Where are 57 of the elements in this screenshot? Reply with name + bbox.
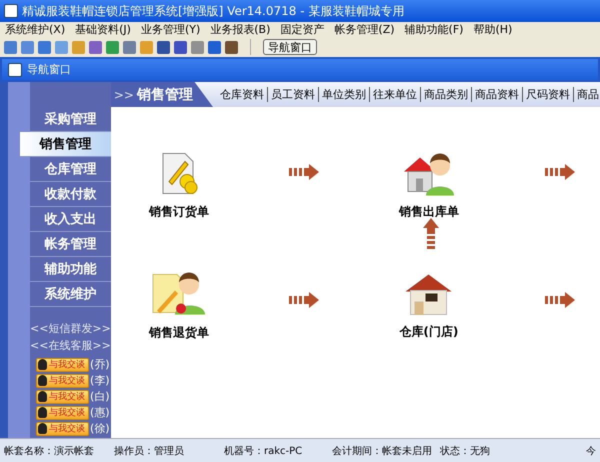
menu-item[interactable]: 固定资产 bbox=[279, 22, 326, 37]
toolbar-icon[interactable] bbox=[157, 40, 170, 54]
nav-window-button[interactable]: 导航窗口 bbox=[263, 39, 317, 55]
toolbar-icon[interactable] bbox=[174, 40, 187, 54]
sidebar-link[interactable]: <<短信群发>> bbox=[30, 321, 111, 336]
flow-node[interactable]: 销售退货单 bbox=[148, 270, 209, 342]
status-field: 会计期间：帐套未启用 bbox=[332, 446, 432, 456]
flow-node[interactable]: 销售订货单 bbox=[148, 152, 209, 220]
contact-name: (徐) bbox=[90, 421, 110, 436]
status-field: 机器号：rakc-PC bbox=[224, 446, 302, 456]
header-link[interactable]: 员工资料 bbox=[266, 87, 318, 102]
toolbar-icon[interactable] bbox=[191, 40, 204, 54]
chat-button[interactable]: 与我交谈 bbox=[36, 406, 89, 420]
toolbar-icon[interactable] bbox=[225, 40, 238, 54]
arrow-icon bbox=[422, 218, 439, 252]
header-link[interactable]: 往来单位 bbox=[368, 87, 420, 102]
chat-button[interactable]: 与我交谈 bbox=[36, 422, 89, 436]
header-link[interactable]: 单位类别 bbox=[318, 87, 369, 102]
status-field: 操作员：管理员 bbox=[114, 446, 184, 456]
chat-button[interactable]: 与我交谈 bbox=[36, 358, 89, 372]
flow-node[interactable]: 仓库(门店) bbox=[399, 272, 458, 340]
chat-button[interactable]: 与我交谈 bbox=[36, 390, 89, 404]
menu-item[interactable]: 业务报表(B) bbox=[209, 22, 272, 37]
sidebar-item[interactable]: 销售管理 bbox=[20, 132, 111, 157]
menu-item[interactable]: 帮助(H) bbox=[472, 22, 514, 37]
toolbar-icon[interactable] bbox=[4, 40, 17, 54]
menu-item[interactable]: 帐务管理(Z) bbox=[333, 22, 396, 37]
status-field: 帐套名称：演示帐套 bbox=[4, 446, 94, 456]
contact-name: (乔) bbox=[90, 357, 110, 372]
header-link[interactable]: 商品类别 bbox=[420, 87, 471, 102]
menu-item[interactable]: 辅助功能(F) bbox=[404, 22, 464, 37]
contact-name: (白) bbox=[90, 389, 110, 404]
chat-button[interactable]: 与我交谈 bbox=[36, 374, 89, 388]
toolbar-icon[interactable] bbox=[21, 40, 34, 54]
flow-node[interactable]: 销售出库单 bbox=[398, 152, 459, 220]
header-link[interactable]: 尺码资料 bbox=[522, 87, 573, 102]
header-link[interactable]: 商品资料 bbox=[470, 87, 522, 102]
status-field: 状态：无狗 bbox=[440, 446, 490, 456]
status-field: 今 bbox=[586, 446, 596, 456]
header-link[interactable]: 仓库资料 bbox=[216, 87, 267, 102]
toolbar-icon[interactable] bbox=[106, 40, 119, 54]
toolbar-icon[interactable] bbox=[208, 40, 221, 54]
menu-item[interactable]: 基础资料(J) bbox=[74, 22, 132, 37]
toolbar-icon[interactable] bbox=[38, 40, 51, 54]
contact-name: (李) bbox=[90, 373, 110, 388]
sidebar-link[interactable]: <<在线客服>> bbox=[30, 338, 111, 353]
header-link[interactable]: 商品 bbox=[572, 87, 600, 102]
window-title: 精诚服装鞋帽连锁店管理系统[增强版] Ver14.0718 - 某服装鞋帽城专用 bbox=[0, 0, 600, 22]
document-person-icon bbox=[150, 270, 207, 316]
child-window-title: 导航窗口 bbox=[2, 59, 598, 80]
menu-item[interactable]: 业务管理(Y) bbox=[140, 22, 202, 37]
house-icon bbox=[404, 272, 454, 316]
menu-item[interactable]: 系统维护(X) bbox=[4, 22, 66, 37]
house-person-icon bbox=[402, 152, 456, 196]
toolbar-icon[interactable] bbox=[89, 40, 102, 54]
contact-name: (惠) bbox=[90, 405, 110, 420]
toolbar-icon[interactable] bbox=[123, 40, 136, 54]
